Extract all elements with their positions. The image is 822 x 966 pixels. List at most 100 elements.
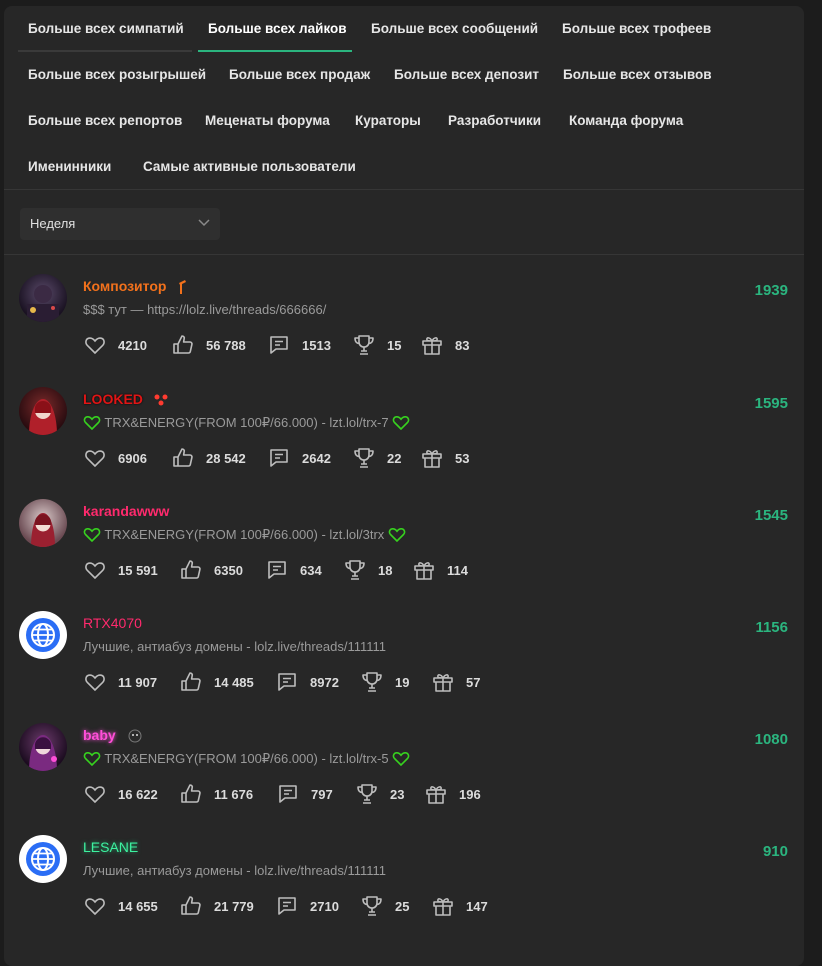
avatar[interactable]	[19, 835, 67, 883]
green-heart-icon	[83, 415, 101, 430]
trophy-icon	[362, 672, 382, 692]
stat-trophies: 22	[387, 450, 402, 466]
dots-badge-icon	[154, 394, 168, 406]
user-status: Лучшие, антиабуз домены - lolz.live/thre…	[83, 863, 387, 878]
heart-icon	[85, 337, 105, 355]
stat-messages: 797	[311, 786, 333, 802]
stat-messages: 8972	[310, 674, 339, 690]
user-score: 1595	[754, 395, 788, 412]
tab-developers[interactable]: Разработчики	[438, 98, 551, 144]
tab-sympathies[interactable]: Больше всех симпатий	[18, 6, 192, 52]
tab-curators[interactable]: Кураторы	[345, 98, 431, 144]
stat-likes: 6350	[214, 562, 243, 578]
stat-trophies: 19	[395, 674, 410, 690]
green-heart-icon	[83, 527, 101, 542]
avatar[interactable]	[19, 274, 67, 322]
stat-messages: 634	[300, 562, 322, 578]
green-heart-icon	[388, 527, 406, 542]
trophy-icon	[345, 560, 365, 580]
message-icon	[270, 336, 288, 354]
green-heart-icon	[83, 751, 101, 766]
tab-birthdays[interactable]: Именинники	[18, 144, 121, 190]
stat-messages: 2710	[310, 898, 339, 914]
heart-icon	[85, 898, 105, 916]
user-status: $$$ тут — https://lolz.live/threads/6666…	[83, 302, 327, 317]
user-row: LESANE Лучшие, антиабуз домены - lolz.li…	[4, 823, 804, 935]
gift-icon	[426, 786, 446, 804]
tab-messages[interactable]: Больше всех сообщений	[361, 6, 548, 52]
gift-icon	[422, 337, 442, 355]
stat-likes: 56 788	[206, 337, 246, 353]
message-icon	[279, 785, 297, 803]
trophy-icon	[354, 448, 374, 468]
heart-icon	[85, 450, 105, 468]
user-row: Композитор $$$ тут — https://lolz.live/t…	[4, 262, 804, 374]
divider	[4, 189, 804, 190]
tab-most-active[interactable]: Самые активные пользователи	[133, 144, 366, 190]
period-select-value: Неделя	[30, 216, 76, 231]
thumbs-up-icon	[173, 448, 193, 467]
user-score: 1080	[754, 731, 788, 748]
hammer-badge-icon	[179, 280, 187, 295]
user-score: 910	[762, 843, 788, 860]
tab-trophies[interactable]: Больше всех трофеев	[552, 6, 721, 52]
stat-sympathies: 16 622	[118, 786, 158, 802]
thumbs-up-icon	[181, 784, 201, 803]
username[interactable]: LESANE	[83, 839, 138, 855]
username[interactable]: LOOKED	[83, 391, 169, 407]
avatar[interactable]	[19, 499, 67, 547]
stat-sympathies: 11 907	[118, 674, 158, 690]
avatar[interactable]	[19, 611, 67, 659]
gift-icon	[433, 674, 453, 692]
green-heart-icon	[392, 751, 410, 766]
green-heart-icon	[392, 415, 410, 430]
stat-gifts: 83	[455, 337, 470, 353]
heart-icon	[85, 674, 105, 692]
stat-sympathies: 4210	[118, 337, 147, 353]
tab-likes[interactable]: Больше всех лайков	[198, 6, 352, 52]
username[interactable]: RTX4070	[83, 615, 142, 631]
sticker-badge-icon	[128, 729, 142, 743]
stat-sympathies: 14 655	[118, 898, 158, 914]
gift-icon	[414, 562, 434, 580]
avatar[interactable]	[19, 723, 67, 771]
stat-likes: 21 779	[214, 898, 254, 914]
divider	[4, 254, 804, 255]
stat-gifts: 53	[455, 450, 470, 466]
user-score: 1156	[755, 619, 788, 636]
gift-icon	[433, 898, 453, 916]
user-status: TRX&ENERGY(FROM 100₽/66.000) - lzt.lol/t…	[83, 415, 410, 431]
user-status: TRX&ENERGY(FROM 100₽/66.000) - lzt.lol/t…	[83, 751, 410, 767]
tab-deposit[interactable]: Больше всех депозит	[384, 52, 549, 98]
thumbs-up-icon	[181, 896, 201, 915]
stat-likes: 11 676	[214, 786, 254, 802]
thumbs-up-icon	[181, 672, 201, 691]
tab-sales[interactable]: Больше всех продаж	[219, 52, 380, 98]
chevron-down-icon	[198, 219, 210, 227]
stat-trophies: 23	[390, 786, 405, 802]
stat-sympathies: 15 591	[118, 562, 158, 578]
message-icon	[270, 449, 288, 467]
tab-reports[interactable]: Больше всех репортов	[18, 98, 192, 144]
stat-likes: 14 485	[214, 674, 254, 690]
username[interactable]: Композитор	[83, 278, 188, 295]
tab-reviews[interactable]: Больше всех отзывов	[553, 52, 722, 98]
period-select[interactable]: Неделя	[20, 208, 220, 240]
thumbs-up-icon	[173, 335, 193, 354]
user-row: karandawww TRX&ENERGY(FROM 100₽/66.000) …	[4, 487, 804, 599]
username[interactable]: baby	[83, 727, 144, 744]
tab-giveaways[interactable]: Больше всех розыгрышей	[18, 52, 216, 98]
trophy-icon	[362, 896, 382, 916]
tab-patrons[interactable]: Меценаты форума	[195, 98, 340, 144]
message-icon	[278, 673, 296, 691]
user-row: LOOKED TRX&ENERGY(FROM 100₽/66.000) - lz…	[4, 375, 804, 487]
leaderboard-panel: Больше всех симпатий Больше всех лайков …	[4, 6, 804, 966]
user-status: Лучшие, антиабуз домены - lolz.live/thre…	[83, 639, 387, 654]
avatar[interactable]	[19, 387, 67, 435]
tab-forum-team[interactable]: Команда форума	[559, 98, 693, 144]
username[interactable]: karandawww	[83, 503, 169, 519]
user-score: 1939	[754, 282, 788, 299]
trophy-icon	[357, 784, 377, 804]
stat-likes: 28 542	[206, 450, 246, 466]
message-icon	[268, 561, 286, 579]
